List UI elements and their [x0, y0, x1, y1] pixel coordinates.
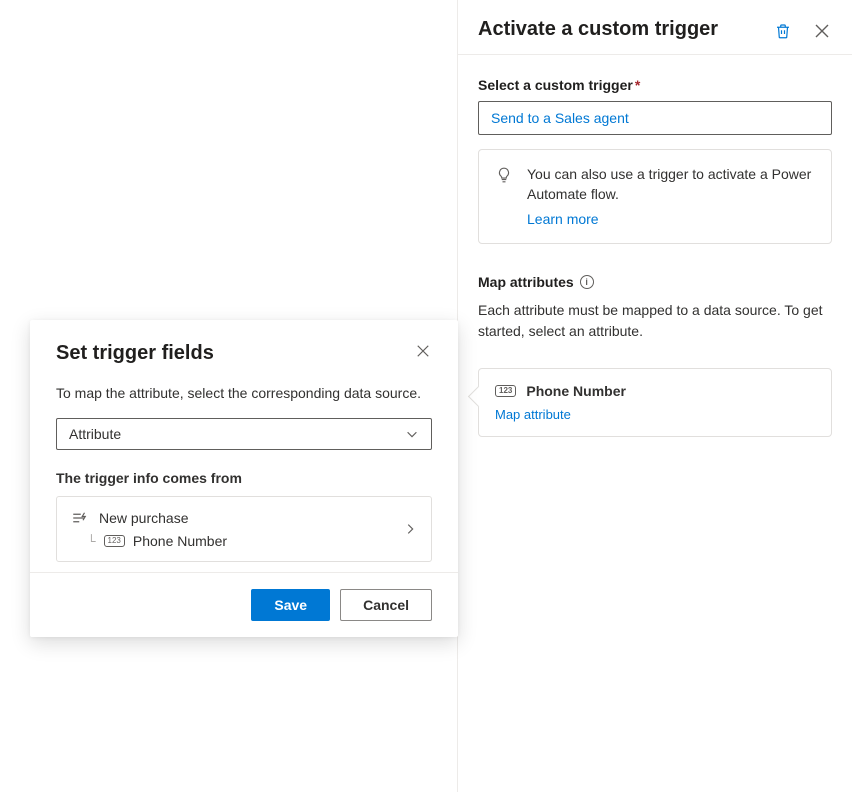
- map-attributes-desc: Each attribute must be mapped to a data …: [478, 300, 832, 342]
- map-attribute-link[interactable]: Map attribute: [495, 407, 571, 422]
- source-child-name: Phone Number: [133, 533, 227, 549]
- attribute-name: Phone Number: [526, 383, 626, 399]
- number-type-icon: 123: [104, 535, 125, 547]
- trigger-source-card[interactable]: New purchase └ 123 Phone Number: [56, 496, 432, 562]
- close-icon: [416, 344, 430, 358]
- save-button[interactable]: Save: [251, 589, 330, 621]
- source-root-row: New purchase: [71, 509, 227, 527]
- custom-trigger-input[interactable]: [478, 101, 832, 135]
- cancel-button[interactable]: Cancel: [340, 589, 432, 621]
- number-type-icon: 123: [495, 385, 516, 397]
- info-icon[interactable]: i: [580, 275, 594, 289]
- close-panel-button[interactable]: [812, 21, 832, 41]
- close-icon: [814, 23, 830, 39]
- panel-body: Select a custom trigger* You can also us…: [458, 55, 852, 459]
- lightbulb-icon: [495, 166, 513, 184]
- map-attributes-label: Map attributes: [478, 274, 574, 290]
- panel-header: Activate a custom trigger: [458, 0, 852, 55]
- chevron-down-icon: [405, 427, 419, 441]
- modal-description: To map the attribute, select the corresp…: [56, 383, 432, 404]
- modal-body: Set trigger fields To map the attribute,…: [30, 320, 458, 572]
- attribute-card[interactable]: 123 Phone Number Map attribute: [478, 368, 832, 437]
- source-root-name: New purchase: [99, 510, 189, 526]
- activate-trigger-panel: Activate a custom trigger Select a custo…: [457, 0, 852, 792]
- attribute-card-head: 123 Phone Number: [495, 383, 815, 399]
- tip-box: You can also use a trigger to activate a…: [478, 149, 832, 244]
- select-trigger-label: Select a custom trigger*: [478, 77, 832, 93]
- delete-button[interactable]: [772, 20, 794, 42]
- modal-title: Set trigger fields: [56, 342, 214, 365]
- chevron-right-icon: [403, 522, 417, 536]
- panel-header-actions: [772, 20, 832, 42]
- field-label-text: Select a custom trigger: [478, 77, 633, 93]
- tree-branch-icon: └: [87, 534, 96, 548]
- required-asterisk: *: [635, 77, 640, 93]
- source-child-row: └ 123 Phone Number: [87, 533, 227, 549]
- trash-icon: [774, 22, 792, 40]
- modal-footer: Save Cancel: [30, 572, 458, 637]
- trigger-info-label: The trigger info comes from: [56, 470, 432, 486]
- trigger-icon: [71, 509, 89, 527]
- attribute-select[interactable]: Attribute: [56, 418, 432, 450]
- set-trigger-fields-modal: Set trigger fields To map the attribute,…: [30, 320, 458, 637]
- map-attributes-title: Map attributes i: [478, 274, 832, 290]
- modal-header: Set trigger fields: [56, 342, 432, 365]
- close-modal-button[interactable]: [414, 342, 432, 360]
- panel-title: Activate a custom trigger: [478, 16, 718, 42]
- tip-text: You can also use a trigger to activate a…: [527, 164, 815, 229]
- tip-message: You can also use a trigger to activate a…: [527, 166, 811, 202]
- select-placeholder: Attribute: [69, 426, 121, 442]
- source-content: New purchase └ 123 Phone Number: [71, 509, 227, 549]
- learn-more-link[interactable]: Learn more: [527, 209, 599, 229]
